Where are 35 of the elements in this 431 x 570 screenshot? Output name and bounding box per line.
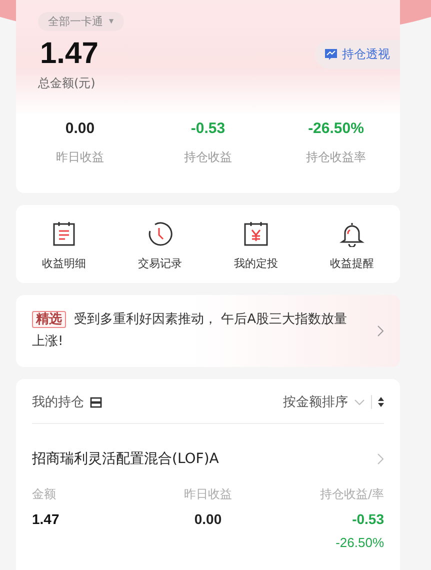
profit-value: -0.53 <box>351 511 384 527</box>
stat-label: 持仓收益 <box>183 149 233 166</box>
holdings-title: 我的持仓 <box>32 394 84 411</box>
amount-value: 1.47 <box>32 511 60 527</box>
sort-icon[interactable] <box>378 397 384 407</box>
sort-dropdown[interactable]: 按金额排序 <box>283 393 348 411</box>
fund-name[interactable]: 招商瑞利灵活配置混合(LOF)A <box>32 450 384 468</box>
clock-icon <box>147 221 173 247</box>
chevron-right-icon <box>377 325 384 337</box>
insight-button[interactable]: 持仓透视 <box>315 40 400 68</box>
news-banner[interactable]: 精选 受到多重利好因素推动， 午后A股三大指数放量上涨! <box>16 295 400 367</box>
news-text: 精选 受到多重利好因素推动， 午后A股三大指数放量上涨! <box>32 310 348 351</box>
chevron-right-icon <box>377 453 384 465</box>
shortcut-button[interactable]: 交易记录 <box>112 221 208 271</box>
total-label: 总金额(元) <box>38 75 96 92</box>
shortcut-button[interactable]: 我的定投 <box>208 221 304 271</box>
stat-value: -26.50% <box>307 120 365 137</box>
yesterday-value: 0.00 <box>193 511 223 527</box>
column-label: 昨日收益 <box>182 486 233 503</box>
stat-label: 持仓收益率 <box>305 149 367 166</box>
column-label: 金额 <box>32 486 57 503</box>
profit-rate: -26.50% <box>334 535 384 550</box>
chevron-down-icon <box>354 398 365 406</box>
yen-calendar-icon <box>243 221 269 247</box>
total-amount: 1.47 <box>40 37 98 71</box>
stat-value: 0.00 <box>64 120 96 137</box>
calendar-icon <box>52 221 76 247</box>
bell-icon <box>339 221 365 247</box>
stat-label: 昨日收益 <box>55 149 105 166</box>
stat-value: -0.53 <box>190 120 226 137</box>
column-label: 持仓收益/率 <box>318 486 384 503</box>
chart-icon <box>325 48 337 60</box>
toggle-icon[interactable] <box>90 396 102 408</box>
shortcut-button[interactable]: 收益明细 <box>16 221 112 271</box>
shortcut-button[interactable]: 收益提醒 <box>304 221 400 271</box>
